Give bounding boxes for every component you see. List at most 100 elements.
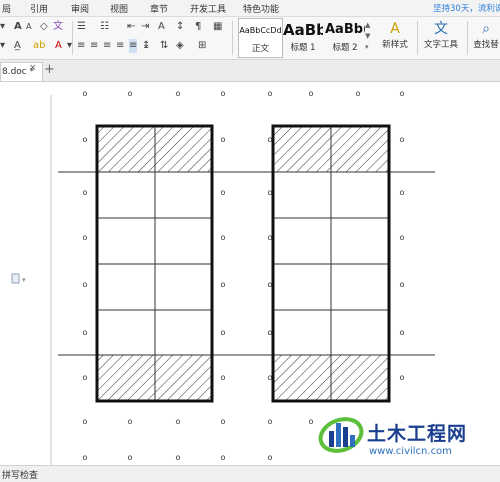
promo-link[interactable]: 坚持30天，流利说英 <box>433 2 500 14</box>
grid-marker: o <box>221 188 226 197</box>
justify-icon[interactable]: ≡ <box>116 39 124 53</box>
grid-marker: o <box>221 328 226 337</box>
underline-icon[interactable]: A̲ <box>14 39 21 53</box>
style-normal[interactable]: AaBbCcDd 正文 <box>238 18 283 58</box>
document-tab[interactable]: 8.doc * <box>0 62 43 81</box>
grid-marker: o <box>400 328 405 337</box>
grid-marker: o <box>356 89 361 98</box>
document-icon[interactable]: ▾ <box>11 273 26 284</box>
grid-marker: o <box>221 89 226 98</box>
expand-gallery-icon[interactable]: ▾ <box>365 42 372 53</box>
sort-icon[interactable]: ↕ <box>176 20 184 34</box>
increase-indent-icon[interactable]: ⇥ <box>141 20 149 34</box>
new-style-label: 新样式 <box>382 40 408 50</box>
decrease-indent-icon[interactable]: ⇤ <box>127 20 135 34</box>
table-icon[interactable]: ▦ <box>213 20 222 34</box>
grid-marker: o <box>400 280 405 289</box>
grid-marker: o <box>83 453 88 462</box>
grid-marker: o <box>176 89 181 98</box>
chinese-layout-icon[interactable]: A <box>158 20 165 34</box>
style-heading-1[interactable]: AaBb 标题 1 <box>283 18 323 56</box>
line-spacing-icon[interactable]: ↨ <box>142 39 150 53</box>
align-left-icon[interactable]: ≡ <box>77 39 85 53</box>
ribbon-toolbar: ▾ A A ◇ 文 ▾ A̲ ab A ▾ ☰ ☷ ⇤ ⇥ A ↕ ¶ ▦ ≡ … <box>0 17 500 60</box>
watermark-url: www.civilcn.com <box>369 446 452 457</box>
chevron-down-icon[interactable]: ▼ <box>365 31 372 42</box>
grid-marker: o <box>83 89 88 98</box>
style-heading-2[interactable]: AaBb( 标题 2 <box>325 18 365 56</box>
toolbar-divider <box>467 21 468 55</box>
text-tools-button[interactable]: 文 文字工具 <box>420 20 462 50</box>
font-shrink-icon[interactable]: A <box>26 20 31 34</box>
grid-marker: o <box>268 417 273 426</box>
spellcheck-status[interactable]: 拼写检查 <box>2 468 38 481</box>
numbered-list-icon[interactable]: ☷ <box>100 20 109 34</box>
style-normal-preview: AaBbCcDd <box>239 26 282 35</box>
grid-marker: o <box>83 135 88 144</box>
grid-marker: o <box>128 89 133 98</box>
align-center-icon[interactable]: ≡ <box>90 39 98 53</box>
grid-marker: o <box>268 453 273 462</box>
menu-item-references[interactable]: 引用 <box>30 2 48 15</box>
new-style-button[interactable]: A 新样式 <box>378 20 412 50</box>
menu-item-layout[interactable]: 局 <box>2 2 11 15</box>
highlight-icon[interactable]: ab <box>33 39 45 53</box>
style-gallery-scroll[interactable]: ▲ ▼ ▾ <box>365 20 372 54</box>
grid-marker: o <box>268 233 273 242</box>
grid-marker: o <box>128 417 133 426</box>
right-column-box <box>271 124 391 403</box>
grid-marker: o <box>221 373 226 382</box>
toolbar-divider <box>72 21 73 55</box>
bullet-list-icon[interactable]: ☰ <box>77 20 86 34</box>
new-tab-button[interactable]: + <box>44 62 55 78</box>
close-icon[interactable]: × <box>29 63 37 73</box>
grid-marker: o <box>221 417 226 426</box>
distributed-align-icon[interactable]: ≡ <box>129 39 138 53</box>
grid-marker: o <box>221 453 226 462</box>
grid-marker: o <box>268 280 273 289</box>
grid-marker: o <box>268 373 273 382</box>
grid-marker: o <box>268 188 273 197</box>
grid-marker: o <box>221 280 226 289</box>
text-tools-label: 文字工具 <box>423 40 458 50</box>
style-heading-2-preview: AaBb( <box>325 22 365 37</box>
menu-item-chapter[interactable]: 章节 <box>150 2 168 15</box>
grid-marker: o <box>128 453 133 462</box>
font-size-dropdown-icon[interactable]: ▾ <box>0 20 5 34</box>
show-marks-icon[interactable]: ¶ <box>195 20 201 34</box>
grid-marker: o <box>400 373 405 382</box>
find-replace-label: 查找替 <box>473 40 499 50</box>
menu-item-view[interactable]: 视图 <box>110 2 128 15</box>
shading-icon[interactable]: ◈ <box>176 39 184 53</box>
menu-item-special-features[interactable]: 特色功能 <box>243 2 279 15</box>
text-direction-icon[interactable]: ⇅ <box>160 39 168 53</box>
new-style-icon: A <box>390 21 400 37</box>
status-bar: 拼写检查 <box>0 465 500 482</box>
menu-bar: 局 引用 审阅 视图 章节 开发工具 特色功能 坚持30天，流利说英 <box>0 0 500 17</box>
grid-marker: o <box>400 135 405 144</box>
style-normal-label: 正文 <box>251 44 269 54</box>
grid-marker: o <box>83 373 88 382</box>
bold-icon[interactable]: A <box>14 20 22 34</box>
grid-marker: o <box>221 135 226 144</box>
menu-item-review[interactable]: 审阅 <box>71 2 89 15</box>
grid-marker: o <box>83 188 88 197</box>
toolbar-divider <box>232 21 233 55</box>
grid-marker: o <box>268 89 273 98</box>
grid-marker: o <box>309 417 314 426</box>
find-replace-button[interactable]: ⌕ 查找替 <box>472 20 500 50</box>
text-tools-icon: 文 <box>434 21 448 37</box>
style-heading-1-preview: AaBb <box>283 21 323 39</box>
phonetic-guide-icon[interactable]: 文 <box>53 20 63 34</box>
menu-item-developer-tools[interactable]: 开发工具 <box>190 2 226 15</box>
clear-format-icon[interactable]: ◇ <box>40 20 48 34</box>
borders-icon[interactable]: ⊞ <box>198 39 206 53</box>
grid-marker: o <box>309 89 314 98</box>
font-color-dropdown-icon[interactable]: ▾ <box>0 39 5 53</box>
grid-marker: o <box>400 233 405 242</box>
font-color-icon[interactable]: A <box>55 39 62 53</box>
chevron-up-icon[interactable]: ▲ <box>365 20 372 31</box>
svg-text:▾: ▾ <box>22 276 26 284</box>
align-right-icon[interactable]: ≡ <box>103 39 111 53</box>
grid-marker: o <box>268 328 273 337</box>
